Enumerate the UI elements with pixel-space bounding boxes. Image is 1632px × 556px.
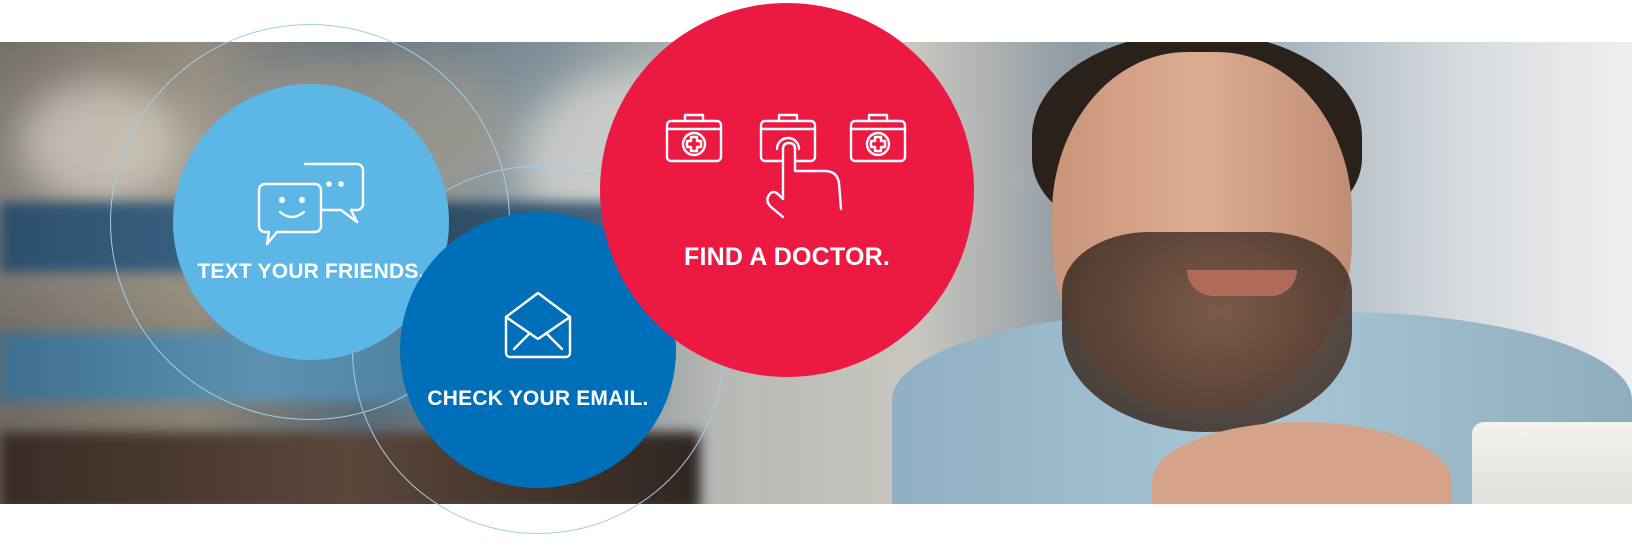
chat-bubbles-icon bbox=[257, 160, 365, 246]
medical-kit-tap-icon bbox=[665, 109, 909, 221]
find-doctor-label: FIND A DOCTOR. bbox=[683, 242, 891, 271]
find-doctor-bubble[interactable]: FIND A DOCTOR. bbox=[600, 3, 974, 377]
text-friends-label: TEXT YOUR FRIENDS. bbox=[197, 260, 425, 283]
envelope-icon bbox=[502, 289, 574, 361]
check-email-label: CHECK YOUR EMAIL. bbox=[427, 387, 649, 410]
